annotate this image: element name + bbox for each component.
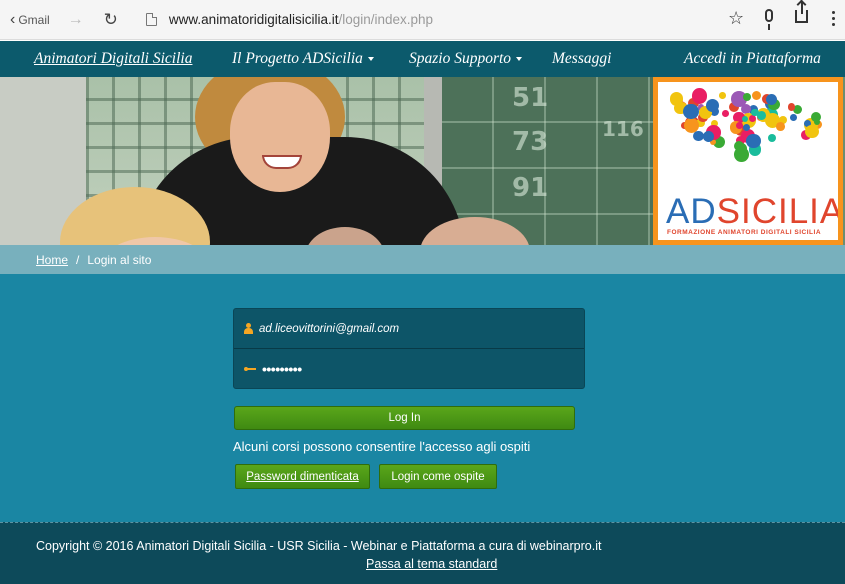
forward-arrow-icon[interactable]: → bbox=[68, 11, 84, 29]
caret-down-icon bbox=[516, 57, 523, 62]
logo-dot bbox=[691, 88, 708, 104]
share-icon[interactable] bbox=[795, 2, 808, 23]
switch-theme-link[interactable]: Passa al tema standard bbox=[366, 557, 497, 571]
logo-dot bbox=[789, 114, 797, 122]
nav-item-label: Spazio Supporto bbox=[409, 50, 512, 67]
logo-dot bbox=[805, 125, 819, 139]
navbar-brand-link[interactable]: Animatori Digitali Sicilia bbox=[34, 50, 192, 68]
caret-down-icon bbox=[367, 57, 374, 62]
nav-item-label: Il Progetto ADSicilia bbox=[232, 50, 363, 67]
chalk-number: 73 bbox=[512, 127, 549, 157]
breadcrumb-home-link[interactable]: Home bbox=[36, 253, 68, 267]
back-button[interactable]: ‹ Gmail bbox=[10, 11, 50, 29]
url-path: /login/index.php bbox=[338, 12, 434, 27]
page-icon bbox=[145, 13, 157, 26]
logo-wordmark: ADSICILIA bbox=[666, 192, 838, 231]
logo-dot bbox=[693, 131, 704, 142]
footer-copyright: Copyright © 2016 Animatori Digitali Sici… bbox=[36, 539, 602, 553]
logo-dot bbox=[746, 133, 761, 149]
breadcrumb-separator: / bbox=[76, 252, 80, 267]
forgot-password-button[interactable]: Password dimenticata bbox=[235, 464, 370, 489]
login-button[interactable]: Log In bbox=[234, 406, 575, 430]
breadcrumb: Home / Login al sito bbox=[0, 245, 845, 274]
logo-dot bbox=[703, 130, 715, 142]
logo-dot bbox=[776, 122, 785, 131]
reload-icon[interactable]: ↻ bbox=[104, 10, 118, 30]
password-value: ••••••••• bbox=[262, 361, 302, 377]
guest-login-button[interactable]: Login come ospite bbox=[379, 464, 497, 489]
chevron-left-icon: ‹ bbox=[10, 10, 16, 28]
username-value: ad.liceovittorini@gmail.com bbox=[259, 322, 400, 335]
header-banner: 51 116 73 91 ADSICILIA FORMAZIONE ANIMAT… bbox=[0, 77, 845, 245]
logo-dot bbox=[767, 133, 777, 143]
address-bar[interactable]: www.animatoridigitalisicilia.it/login/in… bbox=[169, 12, 433, 27]
teacher-face bbox=[230, 82, 330, 192]
logo-dot bbox=[722, 110, 730, 117]
logo-dot bbox=[787, 103, 796, 111]
key-icon bbox=[244, 366, 256, 372]
breadcrumb-current: Login al sito bbox=[87, 252, 152, 267]
login-form: ad.liceovittorini@gmail.com ••••••••• bbox=[233, 308, 585, 389]
bookmark-star-icon[interactable]: ☆ bbox=[728, 8, 744, 29]
forgot-password-label: Password dimenticata bbox=[246, 470, 359, 483]
chalk-number: 91 bbox=[512, 173, 549, 203]
site-footer: Copyright © 2016 Animatori Digitali Sici… bbox=[0, 522, 845, 584]
microphone-icon[interactable] bbox=[765, 9, 773, 30]
password-field[interactable]: ••••••••• bbox=[234, 349, 584, 389]
logo-dot bbox=[742, 92, 752, 102]
nav-item-progetto[interactable]: Il Progetto ADSicilia bbox=[232, 50, 374, 68]
logo-dot bbox=[756, 111, 766, 121]
nav-item-accedi[interactable]: Accedi in Piattaforma bbox=[684, 50, 821, 68]
login-section: ad.liceovittorini@gmail.com ••••••••• Lo… bbox=[0, 274, 845, 522]
back-label: Gmail bbox=[18, 12, 50, 27]
username-field[interactable]: ad.liceovittorini@gmail.com bbox=[234, 309, 584, 349]
logo-dot bbox=[719, 92, 726, 99]
browser-toolbar: ‹ Gmail → ↻ www.animatoridigitalisicilia… bbox=[0, 0, 845, 40]
guest-access-notice: Alcuni corsi possono consentire l'access… bbox=[233, 439, 531, 454]
nav-item-messaggi[interactable]: Messaggi bbox=[552, 50, 611, 68]
user-icon bbox=[244, 323, 253, 334]
logo-dot bbox=[683, 103, 699, 120]
chalk-number: 116 bbox=[602, 117, 644, 141]
chalk-number: 51 bbox=[512, 83, 549, 113]
nav-item-supporto[interactable]: Spazio Supporto bbox=[409, 50, 523, 68]
site-navbar: Animatori Digitali Sicilia Il Progetto A… bbox=[0, 41, 845, 77]
more-menu-icon[interactable] bbox=[832, 11, 836, 29]
logo-dot bbox=[751, 90, 761, 100]
logo-dot bbox=[736, 122, 743, 130]
adsicilia-logo: ADSICILIA FORMAZIONE ANIMATORI DIGITALI … bbox=[653, 77, 843, 245]
url-host: www.animatoridigitalisicilia.it bbox=[168, 12, 339, 27]
logo-tagline: FORMAZIONE ANIMATORI DIGITALI SICILIA bbox=[667, 229, 822, 236]
